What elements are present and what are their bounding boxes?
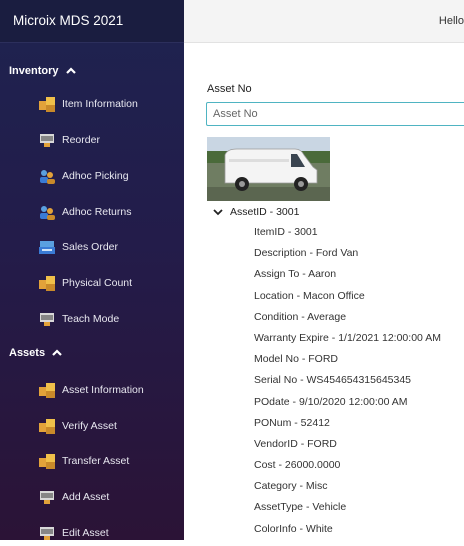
detail-item: ColorInfo - White (254, 522, 333, 535)
sidebar-item-item-information[interactable]: Item Information (38, 91, 138, 117)
sidebar-item-add-asset[interactable]: Add Asset (38, 484, 109, 510)
section-inventory[interactable]: Inventory (0, 60, 77, 82)
chevron-down-icon[interactable] (212, 206, 224, 218)
detail-item: Condition - Average (254, 310, 347, 323)
asset-photo (207, 137, 330, 201)
greeting: Hello (438, 15, 464, 27)
asset-details-list: ItemID - 3001 Description - Ford Van Ass… (254, 226, 441, 544)
detail-item: Serial No - WS454654315645345 (254, 374, 412, 387)
sidebar-item-sales-order[interactable]: Sales Order (38, 234, 118, 260)
detail-item: Cost - 26000.0000 (254, 459, 341, 472)
boxes-icon (39, 383, 55, 398)
barcode-scanner-icon (40, 527, 54, 540)
detail-item: ItemID - 3001 (254, 226, 318, 238)
detail-item: VendorID - FORD (254, 437, 337, 450)
detail-item: Warranty Expire - 1/1/2021 12:00:00 AM (254, 331, 441, 344)
barcode-scanner-icon (40, 134, 54, 147)
boxes-icon (39, 97, 55, 112)
sidebar-item-verify-asset[interactable]: Verify Asset (38, 413, 117, 439)
app-title: Microix MDS 2021 (0, 0, 184, 43)
asset-tree-node[interactable]: AssetID - 3001 (212, 206, 299, 218)
detail-item: Model No - FORD (254, 353, 339, 366)
sidebar-item-physical-count[interactable]: Physical Count (38, 270, 132, 296)
asset-no-input[interactable] (206, 102, 464, 126)
detail-item: Category - Misc (254, 480, 328, 493)
sidebar-item-teach-mode[interactable]: Teach Mode (38, 306, 119, 332)
sidebar-item-asset-information[interactable]: Asset Information (38, 377, 144, 403)
asset-no-label: Asset No (207, 83, 252, 95)
detail-item: Location - Macon Office (254, 289, 365, 302)
sidebar: Microix MDS 2021 Inventory Item Informat… (0, 0, 184, 540)
detail-item: AssetType - Vehicle (254, 501, 347, 514)
users-icon (40, 206, 55, 220)
detail-item: Assign To - Aaron (254, 268, 337, 281)
users-icon (40, 170, 55, 184)
section-label: Inventory (9, 65, 59, 77)
sidebar-item-transfer-asset[interactable]: Transfer Asset (38, 448, 129, 474)
boxes-icon (39, 419, 55, 434)
sidebar-item-adhoc-picking[interactable]: Adhoc Picking (38, 163, 129, 189)
barcode-scanner-icon (40, 491, 54, 504)
sidebar-item-edit-asset[interactable]: Edit Asset (38, 520, 109, 546)
top-header: Hello (184, 0, 464, 43)
sidebar-item-reorder[interactable]: Reorder (38, 127, 100, 153)
chevron-up-icon (65, 67, 76, 74)
section-assets[interactable]: Assets (0, 342, 63, 364)
barcode-scanner-icon (40, 313, 54, 326)
boxes-icon (39, 276, 55, 291)
detail-item: PONum - 52412 (254, 416, 330, 429)
boxes-icon (39, 454, 55, 469)
section-label: Assets (9, 347, 46, 359)
sidebar-item-adhoc-returns[interactable]: Adhoc Returns (38, 199, 131, 225)
detail-item: Description - Ford Van (254, 247, 359, 260)
cash-register-icon (39, 241, 55, 254)
asset-id-label: AssetID - 3001 (230, 206, 300, 218)
detail-item: POdate - 9/10/2020 12:00:00 AM (254, 395, 408, 408)
chevron-up-icon (52, 349, 62, 356)
